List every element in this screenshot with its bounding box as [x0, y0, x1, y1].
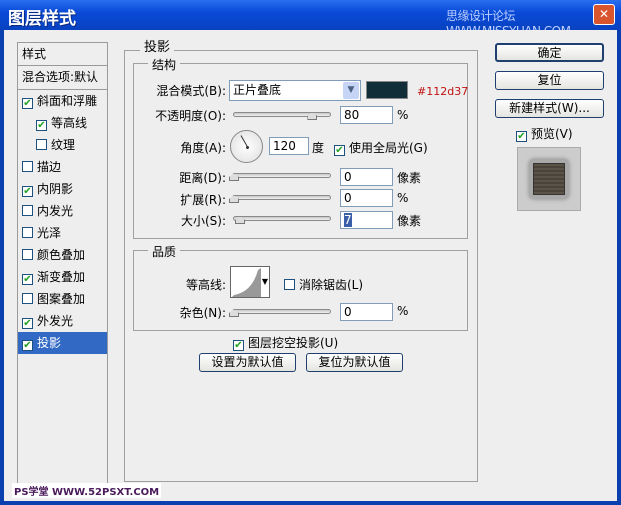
shadow-color-swatch[interactable] — [366, 81, 408, 99]
style-item[interactable]: ✔ 内阴影 — [18, 178, 107, 200]
preview-checkbox[interactable]: ✔ 预览(V) — [516, 125, 573, 142]
styles-header[interactable]: 样式 — [18, 43, 107, 65]
style-item-label: 投影 — [37, 336, 62, 350]
spread-slider[interactable] — [233, 195, 331, 200]
checkbox-icon[interactable]: ✔ — [36, 120, 47, 131]
style-item[interactable]: 光泽 — [18, 222, 107, 244]
color-hex-note: #112d37 — [417, 85, 469, 98]
checkbox-icon[interactable]: ✔ — [334, 145, 345, 156]
new-style-button[interactable]: 新建样式(W)... — [495, 99, 604, 118]
spread-input[interactable]: 0 — [340, 189, 393, 207]
style-list: 样式 混合选项:默认 ✔ 斜面和浮雕 ✔ 等高线纹理描边 ✔ 内阴影内发光光泽颜色叠加 ✔ 渐… — [17, 42, 108, 487]
checkbox-icon[interactable]: ✔ — [22, 98, 33, 109]
checkbox-icon[interactable] — [22, 249, 33, 260]
style-item-label: 光泽 — [37, 226, 62, 240]
checkbox-icon[interactable]: ✔ — [22, 186, 33, 197]
close-button[interactable]: ✕ — [593, 4, 615, 25]
spread-unit: % — [397, 191, 409, 205]
size-input[interactable]: 7 — [340, 211, 393, 229]
ok-button[interactable]: 确定 — [495, 43, 604, 62]
global-light-checkbox[interactable]: ✔ 使用全局光(G) — [334, 139, 428, 156]
make-default-button[interactable]: 设置为默认值 — [199, 353, 296, 372]
style-item[interactable]: 颜色叠加 — [18, 244, 107, 266]
style-item[interactable]: 图案叠加 — [18, 288, 107, 310]
distance-slider[interactable] — [233, 173, 331, 178]
style-item-label: 等高线 — [51, 116, 88, 130]
style-item[interactable]: ✔ 渐变叠加 — [18, 266, 107, 288]
size-value: 7 — [344, 213, 352, 227]
preview-label: 预览(V) — [531, 127, 573, 141]
style-item-label: 渐变叠加 — [37, 270, 86, 284]
style-item-label: 描边 — [37, 160, 62, 174]
style-item[interactable]: 纹理 — [18, 134, 107, 156]
chevron-down-icon[interactable]: ▼ — [343, 82, 359, 99]
angle-unit: 度 — [312, 141, 325, 155]
style-item-label: 外发光 — [37, 314, 74, 328]
opacity-unit: % — [397, 108, 409, 122]
checkbox-icon[interactable]: ✔ — [22, 318, 33, 329]
window-title: 图层样式 — [8, 9, 76, 29]
section-title: 投影 — [140, 36, 175, 55]
distance-label: 距离(D): — [179, 171, 226, 185]
style-item[interactable]: ✔ 等高线 — [18, 112, 107, 134]
checkbox-icon[interactable]: ✔ — [516, 131, 527, 142]
quality-title: 品质 — [148, 243, 181, 260]
distance-unit: 像素 — [397, 171, 422, 185]
style-item[interactable]: 描边 — [18, 156, 107, 178]
size-label: 大小(S): — [180, 214, 226, 228]
angle-label: 角度(A): — [180, 141, 226, 155]
blend-mode-value: 正片叠底 — [233, 83, 282, 97]
title-bar: 图层样式 思缘设计论坛 WWW.MISSYUAN.COM ✕ — [0, 0, 621, 38]
checkbox-icon[interactable] — [22, 293, 33, 304]
checkbox-icon[interactable] — [22, 161, 33, 172]
checkbox-icon[interactable] — [22, 205, 33, 216]
size-unit: 像素 — [397, 214, 422, 228]
reset-default-button[interactable]: 复位为默认值 — [306, 353, 403, 372]
antialias-checkbox[interactable]: 消除锯齿(L) — [284, 276, 363, 293]
checkbox-icon[interactable] — [22, 227, 33, 238]
style-item[interactable]: ✔ 斜面和浮雕 — [18, 90, 107, 112]
global-light-label: 使用全局光(G) — [349, 141, 428, 155]
checkbox-icon[interactable] — [284, 279, 295, 290]
checkbox-icon[interactable]: ✔ — [22, 340, 33, 351]
style-item-label: 颜色叠加 — [37, 248, 86, 262]
structure-title: 结构 — [148, 56, 181, 73]
contour-picker[interactable]: ▼ — [230, 266, 270, 298]
style-item-label: 内阴影 — [37, 182, 74, 196]
checkbox-icon[interactable]: ✔ — [22, 274, 33, 285]
size-slider[interactable] — [233, 216, 331, 221]
checkbox-icon[interactable]: ✔ — [233, 340, 244, 351]
contour-curve-icon — [232, 268, 261, 297]
angle-dial[interactable] — [230, 130, 263, 163]
checkbox-icon[interactable] — [36, 139, 47, 150]
spread-label: 扩展(R): — [180, 193, 226, 207]
style-item[interactable]: 内发光 — [18, 200, 107, 222]
style-item[interactable]: ✔ 投影 — [18, 332, 107, 354]
style-item-label: 纹理 — [51, 138, 76, 152]
style-item-label: 内发光 — [37, 204, 74, 218]
noise-unit: % — [397, 304, 409, 318]
opacity-input[interactable]: 80 — [340, 106, 393, 124]
style-preview — [517, 147, 581, 211]
style-item[interactable]: ✔ 外发光 — [18, 310, 107, 332]
noise-label: 杂色(N): — [179, 306, 226, 320]
knockout-checkbox[interactable]: ✔ 图层挖空投影(U) — [233, 334, 338, 351]
noise-slider[interactable] — [233, 309, 331, 314]
opacity-label: 不透明度(O): — [155, 109, 226, 123]
angle-needle — [240, 135, 248, 147]
style-item-label: 斜面和浮雕 — [37, 94, 98, 108]
reset-button[interactable]: 复位 — [495, 71, 604, 90]
angle-input[interactable]: 120 — [269, 137, 309, 155]
knockout-label: 图层挖空投影(U) — [248, 336, 339, 350]
blend-mode-label: 混合模式(B): — [156, 84, 226, 98]
noise-input[interactable]: 0 — [340, 303, 393, 321]
antialias-label: 消除锯齿(L) — [299, 278, 364, 292]
blending-options[interactable]: 混合选项:默认 — [18, 66, 107, 88]
distance-input[interactable]: 0 — [340, 168, 393, 186]
blend-mode-select[interactable]: 正片叠底 ▼ — [229, 80, 361, 101]
contour-label: 等高线: — [185, 278, 226, 292]
chevron-down-icon[interactable]: ▼ — [262, 277, 268, 286]
style-item-label: 图案叠加 — [37, 292, 86, 306]
bottom-watermark: PS学堂 WWW.52PSXT.COM — [12, 483, 162, 498]
